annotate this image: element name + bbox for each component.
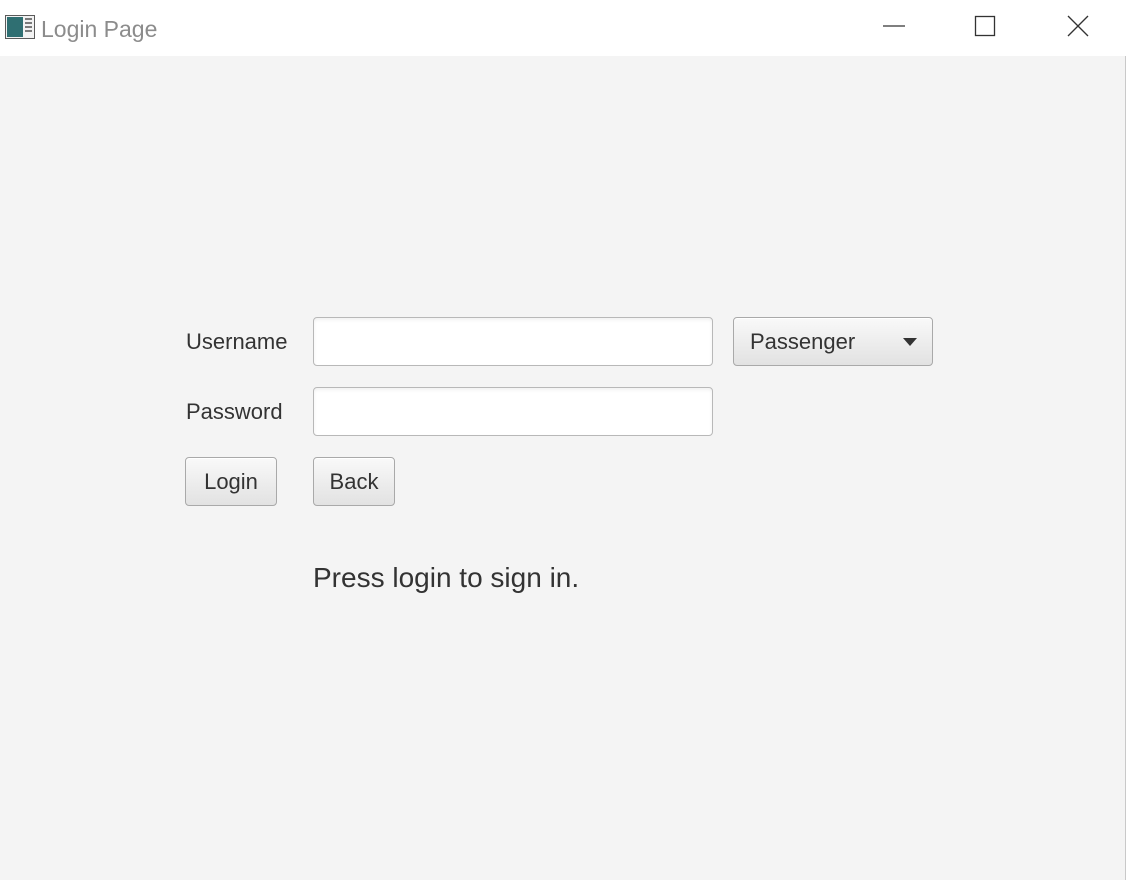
username-label: Username — [186, 329, 288, 354]
maximize-button[interactable] — [939, 0, 1031, 56]
window-title: Login Page — [41, 16, 158, 42]
app-window-icon — [5, 15, 35, 39]
maximize-icon — [974, 15, 996, 42]
login-form-area — [0, 56, 1126, 880]
role-select[interactable]: Passenger — [733, 317, 933, 366]
minimize-button[interactable] — [848, 0, 940, 56]
status-message: Press login to sign in. — [313, 562, 580, 593]
role-select-value: Passenger — [750, 329, 856, 354]
close-icon — [1067, 15, 1089, 42]
password-label: Password — [186, 399, 283, 424]
dropdown-arrow-icon — [903, 338, 917, 346]
username-input[interactable] — [313, 317, 713, 366]
back-button[interactable]: Back — [313, 457, 395, 506]
login-button[interactable]: Login — [185, 457, 277, 506]
close-button[interactable] — [1032, 0, 1124, 56]
password-input[interactable] — [313, 387, 713, 436]
window-titlebar: Login Page — [0, 0, 1126, 56]
minimize-icon — [883, 15, 905, 42]
